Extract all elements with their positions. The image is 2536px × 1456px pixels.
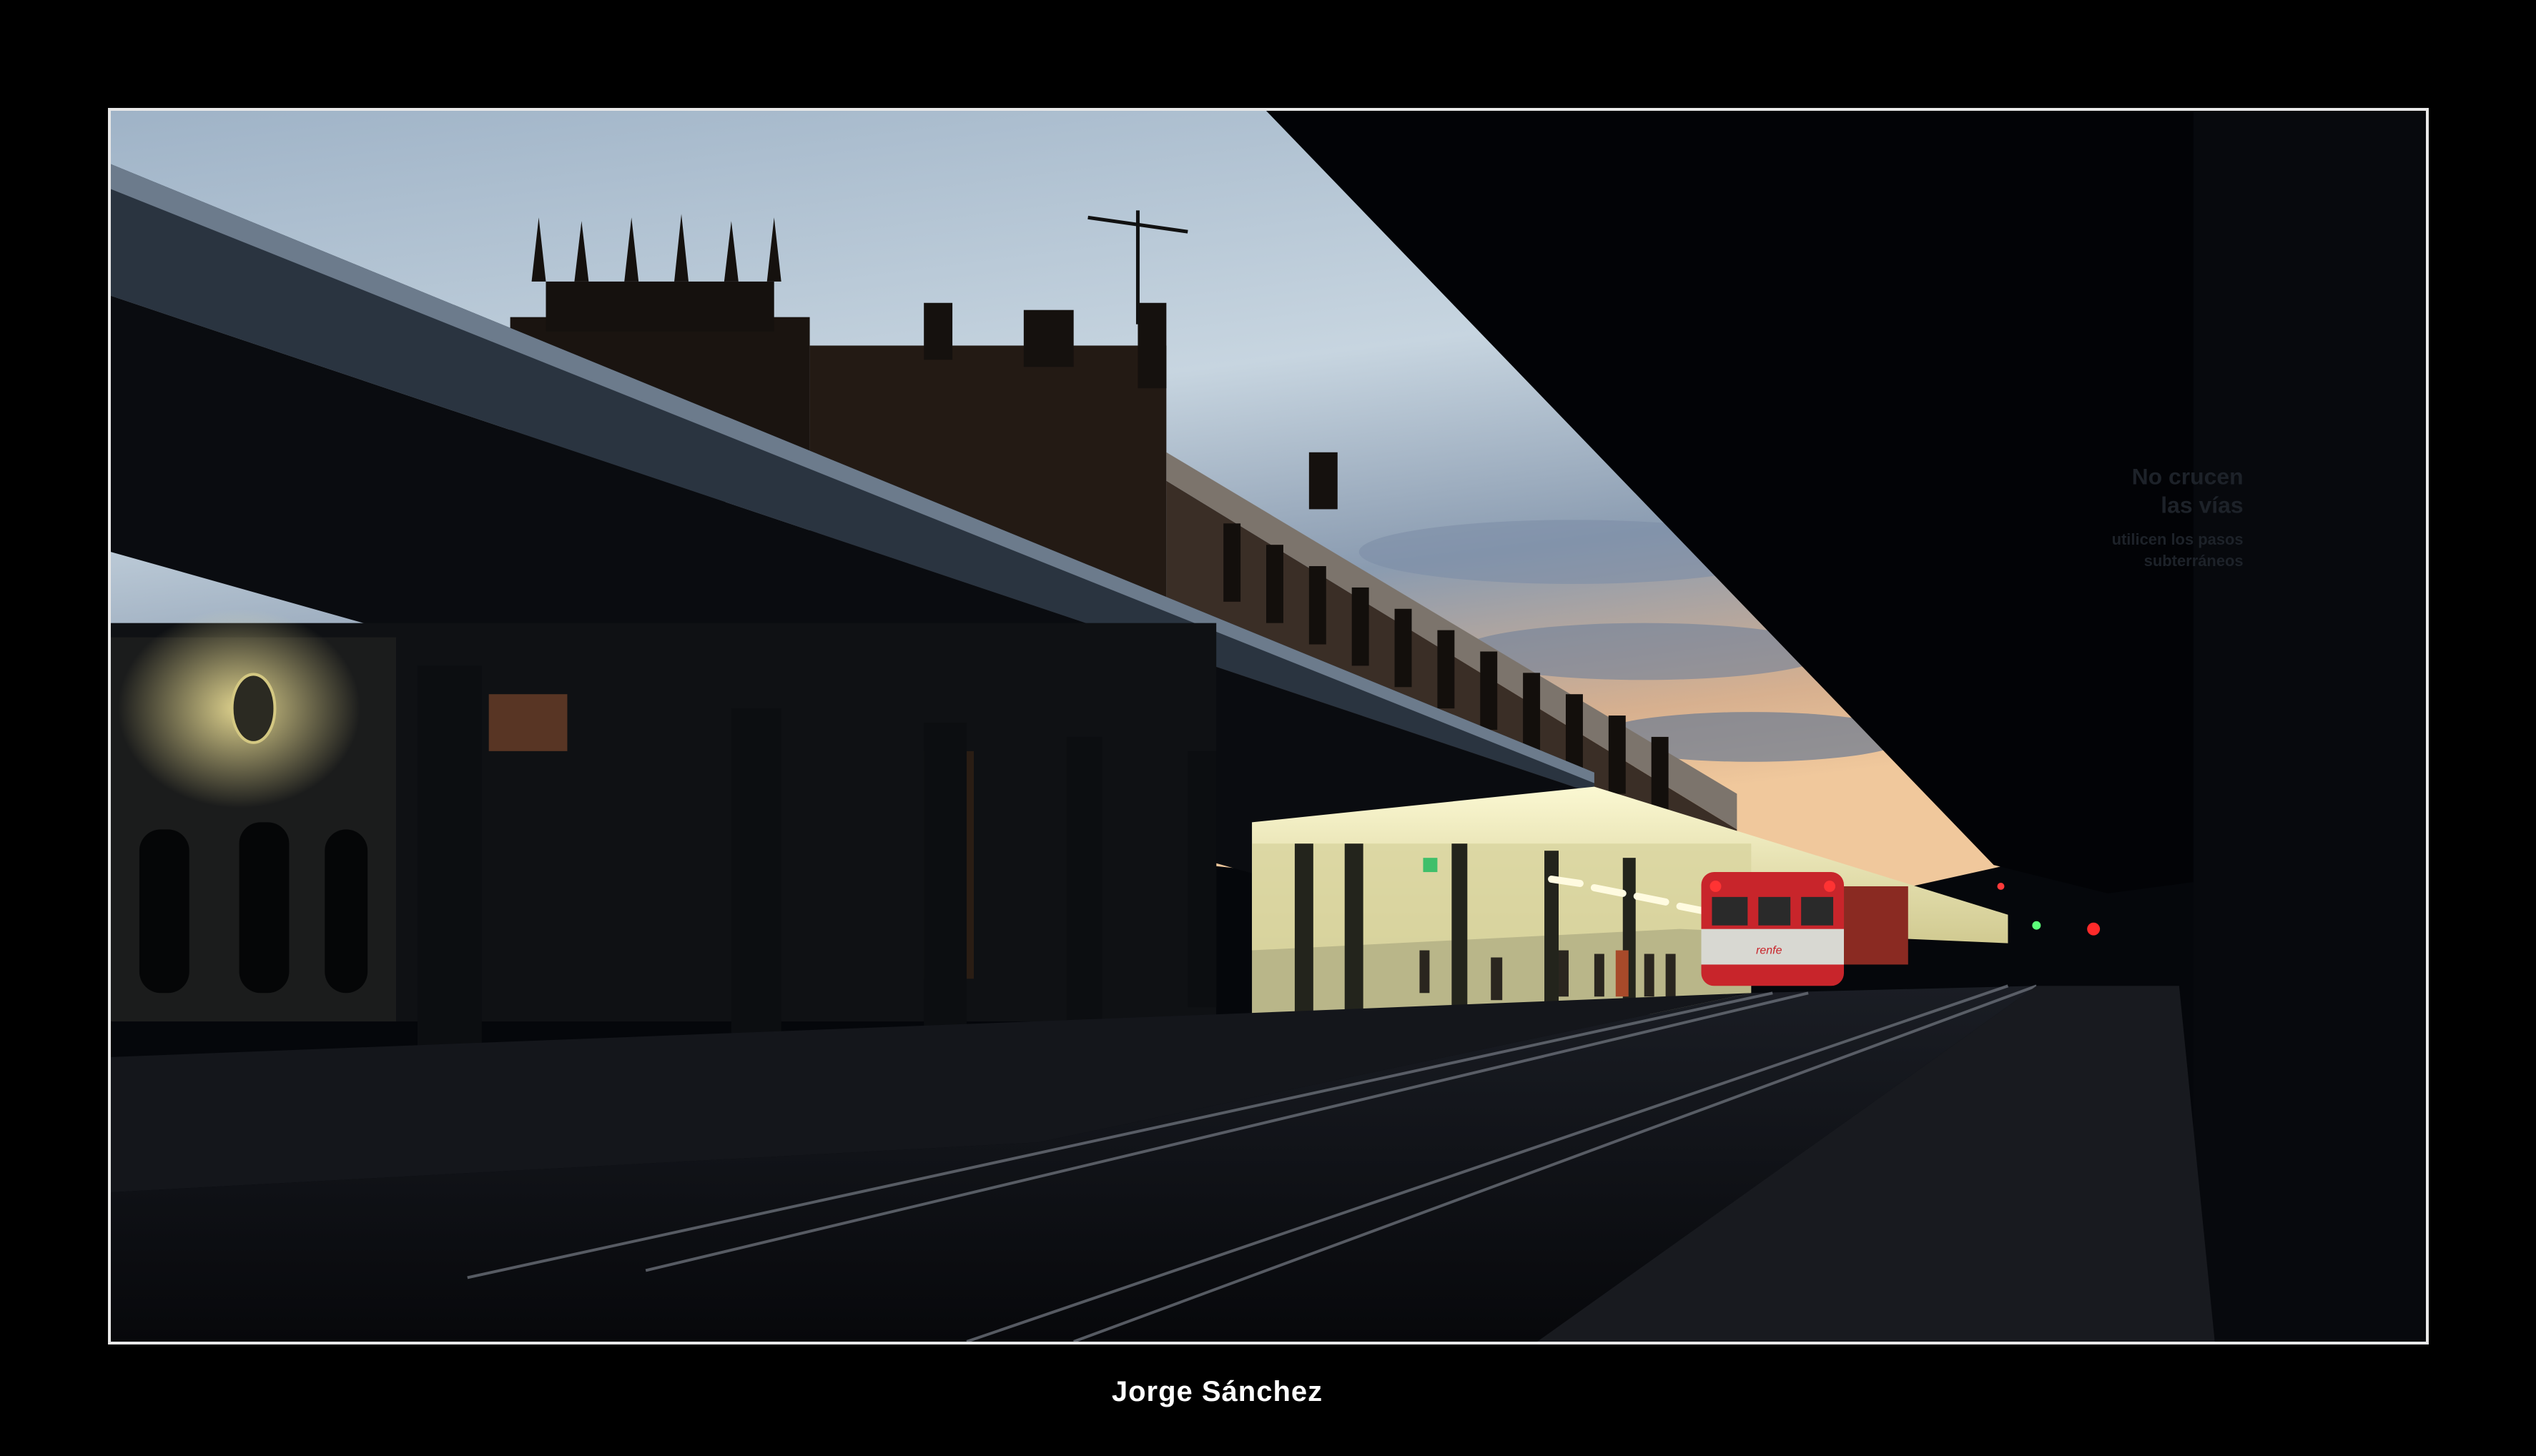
canopy-pillar	[2193, 111, 2426, 1342]
sign-line-2: las vías	[2161, 492, 2243, 517]
train	[1701, 872, 1908, 986]
sign-line-1: No crucen	[2132, 464, 2244, 490]
black-frame: No crucen las vías utilicen los pasos su…	[0, 0, 2536, 1456]
sign-line-4: subterráneos	[2144, 552, 2244, 570]
photo: No crucen las vías utilicen los pasos su…	[108, 108, 2429, 1344]
train-logo: renfe	[1756, 945, 1782, 957]
signal-green	[1423, 858, 1438, 873]
photographer-credit: Jorge Sánchez	[1111, 1376, 1323, 1407]
wall-clock	[230, 673, 277, 744]
sign-line-3: utilicen los pasos	[2112, 530, 2244, 548]
station-scene: No crucen las vías utilicen los pasos su…	[111, 111, 2426, 1342]
